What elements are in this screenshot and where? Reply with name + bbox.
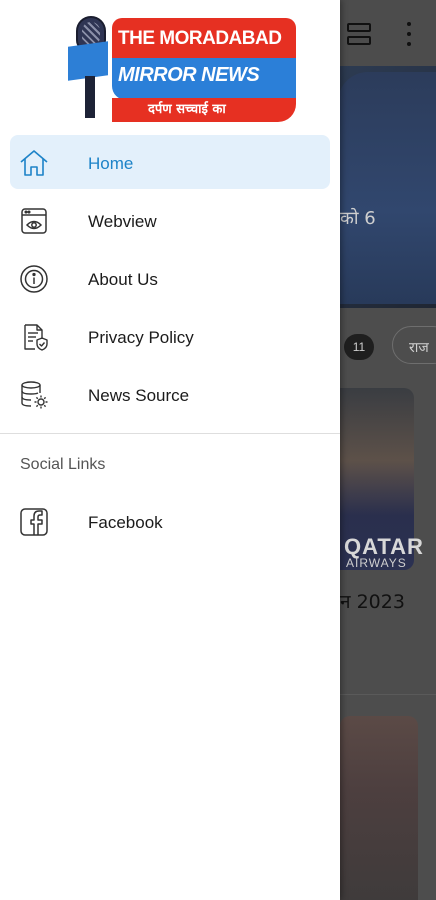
menu-divider xyxy=(0,433,340,434)
background-image-brand-sub: AIRWAYS xyxy=(346,556,407,570)
menu-item-label: Facebook xyxy=(88,513,163,532)
menu-item-privacy-policy[interactable]: Privacy Policy xyxy=(0,308,340,366)
background-hero-photo xyxy=(338,72,436,304)
menu-item-webview[interactable]: Webview xyxy=(0,192,340,250)
active-highlight xyxy=(10,135,330,189)
drawer-menu: Home Webview About Us Privacy Policy New… xyxy=(0,134,340,424)
background-count-badge: 11 xyxy=(344,334,374,360)
more-options-icon xyxy=(404,22,414,46)
info-icon xyxy=(20,265,48,293)
background-hero-caption: को 6 xyxy=(340,208,376,229)
menu-item-news-source[interactable]: News Source xyxy=(0,366,340,424)
webview-icon xyxy=(21,208,47,234)
microphone-flag xyxy=(68,41,108,81)
home-icon xyxy=(20,150,48,176)
menu-item-facebook[interactable]: Facebook xyxy=(0,493,340,551)
logo-tagline: दर्पण सच्चाई का xyxy=(148,102,226,117)
news-source-icon xyxy=(21,381,48,409)
menu-item-label: Webview xyxy=(88,212,157,231)
privacy-policy-icon xyxy=(24,324,48,351)
background-news-image xyxy=(340,716,418,900)
logo-line-2: MIRROR NEWS xyxy=(118,64,260,86)
microphone-stem xyxy=(85,76,95,118)
navigation-drawer: THE MORADABAD MIRROR NEWS दर्पण सच्चाई क… xyxy=(0,0,340,900)
layout-toggle-icon xyxy=(347,23,371,45)
logo-line-1: THE MORADABAD xyxy=(118,28,282,49)
menu-item-label: About Us xyxy=(88,270,158,289)
background-news-title: न 2023 xyxy=(340,591,405,613)
app-logo: THE MORADABAD MIRROR NEWS दर्पण सच्चाई क… xyxy=(66,14,298,122)
background-divider xyxy=(340,694,436,695)
menu-item-label: Privacy Policy xyxy=(88,328,194,347)
social-links: Facebook xyxy=(0,493,340,551)
menu-item-label: News Source xyxy=(88,386,190,405)
menu-item-home[interactable]: Home xyxy=(0,134,340,192)
menu-item-about-us[interactable]: About Us xyxy=(0,250,340,308)
background-category-chip: राज xyxy=(392,326,436,364)
social-links-heading: Social Links xyxy=(20,456,106,473)
menu-item-label: Home xyxy=(88,154,134,173)
facebook-icon xyxy=(20,508,48,536)
